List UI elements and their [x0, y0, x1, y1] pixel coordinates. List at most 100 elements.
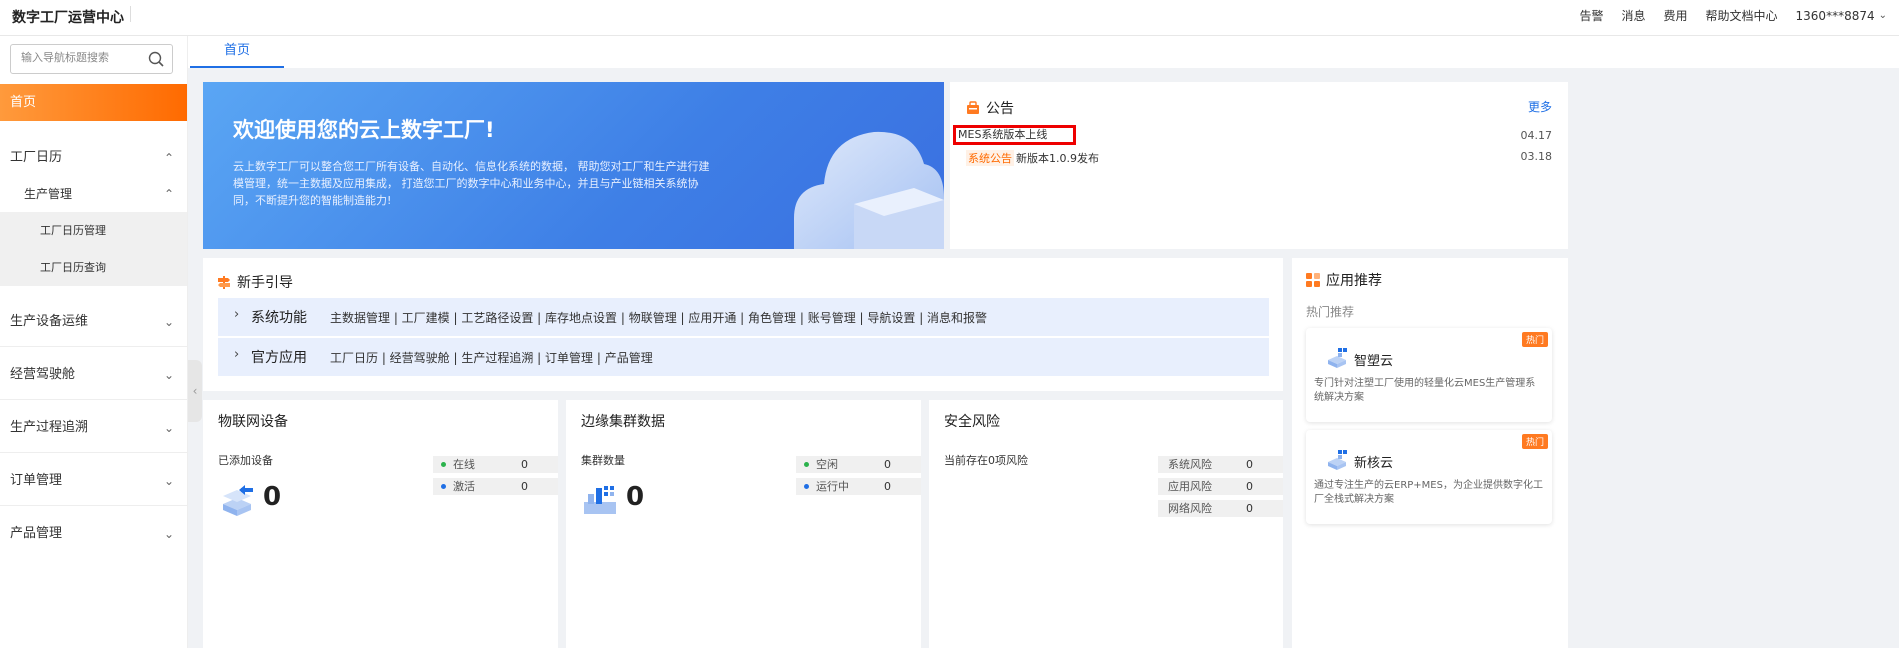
app-description: 通过专注生产的云ERP+MES，为企业提供数字化工厂全栈式解决方案: [1314, 480, 1543, 505]
chevron-down-icon: ⌄: [163, 421, 174, 435]
banner-title: 欢迎使用您的云上数字工厂!: [233, 118, 495, 142]
stat-idle: 空闲 0: [796, 456, 921, 473]
guide-row-official-apps[interactable]: › 官方应用 工厂日历 | 经营驾驶舱 | 生产过程追溯 | 订单管理 | 产品…: [218, 338, 1269, 376]
announcement-panel: 公告 更多 MES系统版本上线 04.17 系统公告 新版本1.0.9发布 03.…: [950, 82, 1568, 249]
stat-online: 在线 0: [433, 456, 558, 473]
tab-home[interactable]: 首页: [190, 36, 284, 68]
stat-value: 0: [1246, 480, 1253, 493]
sidebar-item-label: 工厂日历管理: [40, 224, 106, 237]
stat-label: 系统风险: [1168, 458, 1212, 471]
app-card-zhisuyun[interactable]: 热门 智塑云 专门针对注塑工厂使用的轻量化云MES生产管理系统解决方案: [1306, 328, 1552, 422]
sidebar-item-factory-calendar[interactable]: 工厂日历 ⌃: [0, 140, 187, 176]
stat-label: 应用风险: [1168, 480, 1212, 493]
status-dot: [804, 484, 809, 489]
search-icon[interactable]: [148, 51, 164, 67]
user-menu[interactable]: 1360***8874 ⌄: [1796, 7, 1887, 24]
stat-value: 0: [521, 480, 528, 493]
announcement-text: MES系统版本上线: [958, 128, 1048, 141]
user-account: 1360***8874: [1795, 8, 1875, 23]
stat-label: 在线: [453, 458, 475, 471]
sidebar-item-production-mgmt[interactable]: 生产管理 ⌃: [0, 176, 187, 212]
chevron-up-icon: ⌃: [163, 187, 174, 201]
beginner-guide-panel: 新手引导 › 系统功能 主数据管理 | 工厂建模 | 工艺路径设置 | 库存地点…: [203, 258, 1283, 391]
tab-bar: 首页: [188, 36, 1899, 68]
app-name: 智塑云: [1354, 354, 1394, 369]
sidebar-item-home[interactable]: 首页: [0, 84, 187, 121]
apps-title: 应用推荐: [1326, 273, 1382, 289]
announcement-item[interactable]: MES系统版本上线 04.17: [953, 125, 1552, 145]
sidebar-item-calendar-mgmt[interactable]: 工厂日历管理: [0, 212, 187, 250]
sidebar-item-label: 产品管理: [10, 526, 63, 541]
title-divider: [130, 6, 131, 22]
sidebar-item-label: 工厂日历: [10, 150, 63, 165]
guide-header: 新手引导: [217, 272, 293, 292]
cluster-icon: [584, 486, 616, 514]
announcement-more-link[interactable]: 更多: [1528, 98, 1552, 115]
divider: [0, 452, 187, 453]
stat-label: 激活: [453, 480, 475, 493]
status-dot: [441, 462, 446, 467]
stat-value: 0: [1246, 502, 1253, 515]
edge-cluster-card: 边缘集群数据 集群数量 0 空闲 0 运行中 0: [566, 400, 921, 648]
sidebar-item-label: 订单管理: [10, 473, 63, 488]
sidebar-item-products[interactable]: 产品管理 ⌄: [0, 516, 187, 552]
top-nav: 告警 消息 费用 帮助文档中心 1360***8874 ⌄: [1579, 7, 1887, 24]
status-dot: [441, 484, 446, 489]
app-description: 专门针对注塑工厂使用的轻量化云MES生产管理系统解决方案: [1314, 378, 1536, 403]
divider: [0, 505, 187, 506]
chevron-right-icon: ›: [234, 307, 240, 322]
guide-row-links[interactable]: 主数据管理 | 工厂建模 | 工艺路径设置 | 库存地点设置 | 物联管理 | …: [330, 309, 987, 326]
sidebar-item-calendar-query[interactable]: 工厂日历查询: [0, 250, 187, 286]
alerts-link[interactable]: 告警: [1579, 7, 1603, 24]
app-card-xinheyun[interactable]: 热门 新核云 通过专注生产的云ERP+MES，为企业提供数字化工厂全栈式解决方案: [1306, 430, 1552, 524]
device-stack-icon: [223, 485, 253, 516]
app-recommendations-panel: 应用推荐 热门推荐 热门 智塑云 专门针对注塑工厂使用的轻量化云MES生产管理系…: [1292, 258, 1568, 648]
guide-title: 新手引导: [237, 275, 293, 291]
announcement-date: 03.18: [1520, 150, 1553, 163]
sidebar-item-equipment-ops[interactable]: 生产设备运维 ⌄: [0, 304, 187, 340]
card-title: 安全风险: [944, 414, 1000, 430]
chevron-right-icon: ›: [234, 347, 240, 362]
sidebar-item-label: 生产过程追溯: [10, 420, 89, 435]
card-subtitle: 集群数量: [581, 454, 625, 467]
messages-link[interactable]: 消息: [1621, 7, 1645, 24]
guide-row-title: 官方应用: [251, 350, 307, 366]
status-dot: [804, 462, 809, 467]
sidebar-item-cockpit[interactable]: 经营驾驶舱 ⌄: [0, 357, 187, 393]
card-title: 边缘集群数据: [581, 414, 665, 430]
sidebar-item-label: 工厂日历查询: [40, 261, 106, 274]
sidebar-item-orders[interactable]: 订单管理 ⌄: [0, 463, 187, 499]
guide-row-links[interactable]: 工厂日历 | 经营驾驶舱 | 生产过程追溯 | 订单管理 | 产品管理: [330, 349, 653, 366]
cloud-illustration-icon: [794, 131, 944, 249]
stat-system-risk: 系统风险 0: [1158, 456, 1283, 473]
device-count: 0: [263, 482, 282, 512]
app-cube-icon: [1328, 348, 1347, 368]
card-subtitle: 当前存在0项风险: [944, 454, 1028, 467]
chevron-up-icon: ⌃: [163, 151, 174, 165]
chevron-down-icon: ⌄: [163, 315, 174, 329]
announcement-icon: [967, 101, 979, 114]
nav-search-input[interactable]: [21, 51, 141, 64]
help-docs-link[interactable]: 帮助文档中心: [1706, 7, 1778, 24]
guide-row-title: 系统功能: [251, 310, 307, 326]
apps-header: 应用推荐: [1306, 270, 1382, 290]
app-cube-icon: [1328, 450, 1347, 470]
hot-badge: 热门: [1521, 332, 1548, 347]
stat-network-risk: 网络风险 0: [1158, 500, 1283, 517]
announcement-header: 公告: [966, 98, 1014, 118]
stat-label: 网络风险: [1168, 502, 1212, 515]
stat-label: 运行中: [816, 480, 849, 493]
sidebar-collapse-handle[interactable]: ‹: [188, 360, 202, 422]
card-title: 物联网设备: [218, 414, 288, 430]
announcement-item[interactable]: 系统公告 新版本1.0.9发布 03.18: [966, 150, 1552, 166]
sidebar-item-label: 生产设备运维: [10, 314, 89, 329]
stat-activated: 激活 0: [433, 478, 558, 495]
divider: [0, 399, 187, 400]
chevron-down-icon: ⌄: [163, 474, 174, 488]
billing-link[interactable]: 费用: [1664, 7, 1688, 24]
announcement-text: 新版本1.0.9发布: [1016, 152, 1099, 165]
stat-label: 空闲: [816, 458, 838, 471]
sidebar-item-traceability[interactable]: 生产过程追溯 ⌄: [0, 410, 187, 446]
guide-row-system-functions[interactable]: › 系统功能 主数据管理 | 工厂建模 | 工艺路径设置 | 库存地点设置 | …: [218, 298, 1269, 336]
divider: [0, 346, 187, 347]
